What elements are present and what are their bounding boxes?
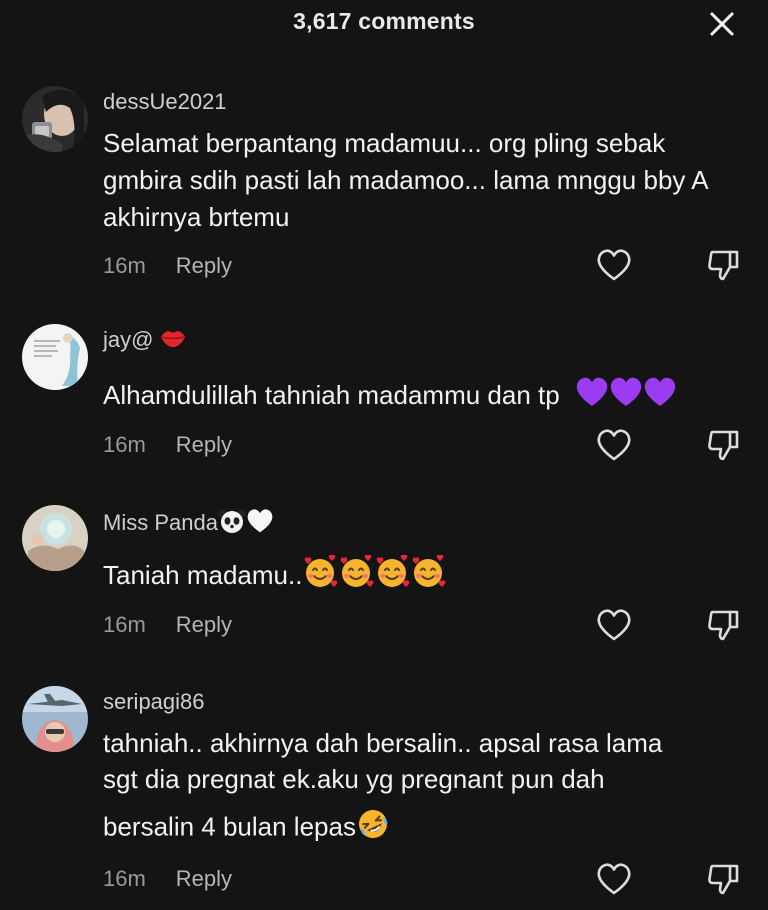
comment-meta: 16m Reply [103,253,232,283]
comment-text: tahniah.. akhirnya dah bersalin.. apsal … [103,725,751,850]
comment-text-line-wrapper: bersalin 4 bulan lepas [103,807,751,850]
comment-text: Alhamdulillah tahniah madammu dan tp [103,376,751,418]
comment-timestamp: 16m [103,253,146,278]
avatar[interactable] [22,86,88,152]
thumbs-down-outline-icon[interactable] [706,248,740,282]
thumbs-down-outline-icon[interactable] [706,428,740,462]
comment-text: Taniah madamu.. [103,554,751,599]
comment-meta: 16m Reply [103,432,232,462]
comment-timestamp: 16m [103,432,146,457]
reply-button[interactable]: Reply [176,866,232,891]
panda-emoji [218,508,246,540]
avatar[interactable] [22,505,88,571]
rolling-on-floor-laughing-emoji [356,807,390,850]
comment-meta: 16m Reply [103,612,232,642]
comment-timestamp: 16m [103,866,146,891]
lips-emoji [160,327,186,355]
comment-text-line: tahniah.. akhirnya dah bersalin.. apsal … [103,728,663,758]
avatar[interactable] [22,324,88,390]
comment-text-line: bersalin 4 bulan lepas [103,811,356,842]
comment-username[interactable]: jay@ [103,327,186,355]
comments-count-title: 3,617 comments [293,8,475,34]
comment-text-body: Taniah madamu.. [103,559,303,590]
comments-header: 3,617 comments [0,0,768,48]
comment-text-body: Alhamdulillah tahniah madammu dan tp [103,379,560,410]
comment-username[interactable]: Miss Panda [103,508,274,540]
close-icon[interactable] [706,8,738,40]
comment-meta: 16m Reply [103,866,232,896]
heart-outline-icon[interactable] [596,248,632,282]
comment-username[interactable]: dessUe2021 [103,89,227,115]
heart-outline-icon[interactable] [596,608,632,642]
reply-button[interactable]: Reply [176,253,232,278]
smiling-face-with-hearts-emoji [302,554,338,599]
purple-heart-emoji [575,376,609,418]
purple-heart-emoji [643,376,677,418]
comment-timestamp: 16m [103,612,146,637]
avatar[interactable] [22,686,88,752]
smiling-face-with-hearts-emoji [410,554,446,599]
smiling-face-with-hearts-emoji [338,554,374,599]
reply-button[interactable]: Reply [176,612,232,637]
white-heart-emoji [246,508,274,540]
smiling-face-with-hearts-emoji [374,554,410,599]
comment-username-text: jay@ [103,327,154,352]
comment-text: Selamat berpantang madamuu... org pling … [103,128,708,232]
heart-outline-icon[interactable] [596,862,632,896]
thumbs-down-outline-icon[interactable] [706,608,740,642]
heart-outline-icon[interactable] [596,428,632,462]
purple-heart-emoji [609,376,643,418]
reply-button[interactable]: Reply [176,432,232,457]
comment-username-text: Miss Panda [103,509,218,535]
comment-text-line: sgt dia pregnat ek.aku yg pregnant pun d… [103,764,605,794]
comment-username[interactable]: seripagi86 [103,689,205,715]
thumbs-down-outline-icon[interactable] [706,862,740,896]
